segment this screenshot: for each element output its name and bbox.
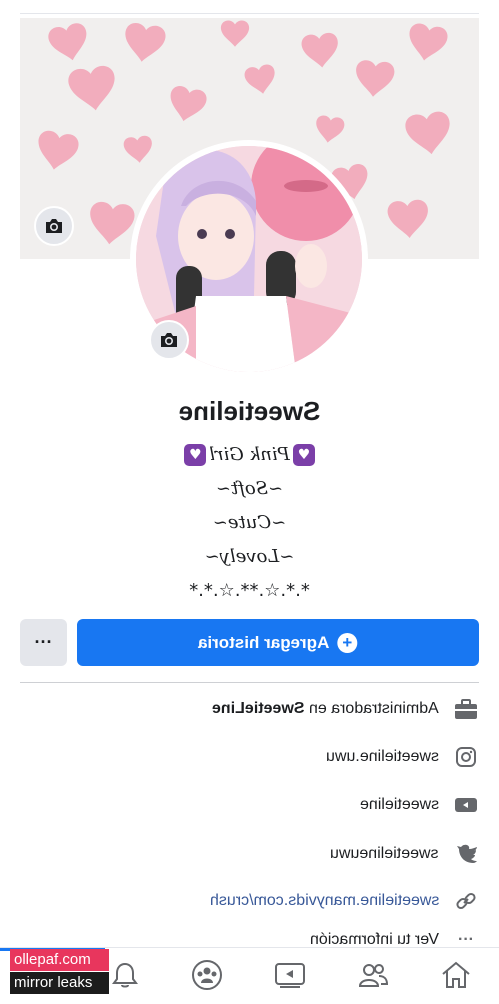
home-tab[interactable] [439, 958, 473, 992]
friends-icon [358, 964, 389, 987]
watermark-site: ollepaf.com [10, 949, 109, 971]
bio-line-1: ♥Pink Girl♥ [0, 440, 499, 474]
link-icon [453, 888, 479, 914]
camera-icon [46, 219, 62, 233]
info-row-instagram[interactable]: sweetieline.uwu [326, 742, 479, 772]
work-text: Administradora en SweetieLine [212, 700, 439, 717]
instagram-icon [453, 744, 479, 770]
edit-cover-camera-button[interactable] [34, 206, 74, 246]
camera-icon [161, 333, 177, 347]
groups-tab[interactable] [190, 958, 224, 992]
more-options-button[interactable]: ··· [20, 619, 67, 666]
ellipsis-icon: ··· [34, 632, 53, 652]
add-story-label: Agregar historia [198, 632, 330, 652]
add-story-button[interactable]: + Agregar historia [77, 619, 479, 666]
edit-avatar-camera-button[interactable] [149, 320, 189, 360]
home-icon [442, 961, 470, 988]
top-bar-edge [20, 0, 479, 14]
company-name: SweetieLine [212, 700, 305, 717]
briefcase-icon [453, 696, 479, 722]
website-link[interactable]: sweetieline.manyvids.com/crush [210, 892, 439, 910]
info-row-youtube[interactable]: sweetieline [360, 790, 479, 820]
friends-tab[interactable] [356, 958, 390, 992]
info-row-website[interactable]: sweetieline.manyvids.com/crush [210, 886, 479, 916]
purple-heart-icon: ♥ [184, 444, 207, 466]
section-divider [20, 682, 479, 683]
info-row-twitter[interactable]: sweetielineuwu [330, 839, 479, 869]
youtube-icon [453, 792, 479, 818]
instagram-handle: sweetieline.uwu [326, 748, 439, 765]
info-row-work[interactable]: Administradora en SweetieLine [212, 694, 479, 724]
watch-icon [275, 963, 305, 988]
notifications-tab[interactable] [108, 958, 142, 992]
twitter-icon [453, 841, 479, 867]
bio-line-2: ~Soft~ [215, 478, 284, 499]
watch-tab[interactable] [273, 958, 307, 992]
watermark-tagline: mirror leaks [10, 972, 109, 994]
groups-icon [192, 960, 222, 990]
bio-line-4: ~Lovely~ [204, 546, 295, 567]
profile-bio: ♥Pink Girl♥ ~Soft~ ~Cute~ ~Lovely~ *.*.☆… [0, 440, 499, 610]
info-row-see-info[interactable]: Ver tu información ··· [310, 932, 479, 948]
twitter-handle: sweetielineuwu [330, 845, 439, 862]
plus-icon: + [337, 632, 358, 653]
bell-icon [112, 962, 138, 988]
see-info-text: Ver tu información [310, 932, 439, 948]
youtube-handle: sweetieline [359, 796, 439, 813]
profile-name: Sweetieline [178, 396, 321, 426]
purple-heart-icon: ♥ [292, 444, 315, 466]
bio-text: Pink Girl [209, 444, 290, 465]
bio-line-5: *.*.☆.**.☆.*.* [189, 580, 310, 601]
bio-line-3: ~Cute~ [212, 512, 287, 533]
ellipsis-icon: ··· [458, 932, 474, 948]
watermark: ollepaf.com mirror leaks [10, 949, 109, 994]
